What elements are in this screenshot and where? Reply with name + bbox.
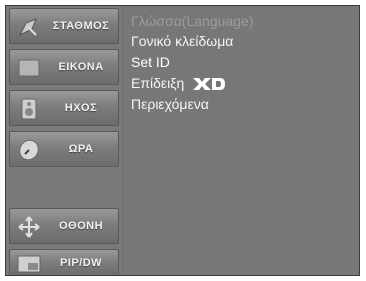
sidebar-item-sound[interactable]: ΗΧΟΣ: [9, 90, 119, 126]
menu-item-set-id[interactable]: Set ID: [131, 54, 170, 70]
sidebar-item-label: ΩΡΑ: [68, 143, 94, 155]
sidebar: ΣΤΑΘΜΟΣ ΕΙΚΟΝΑ ΗΧΟΣ ΩΡΑ ΟΘΟΝΗ PIP/DW: [6, 6, 122, 275]
speaker-icon: [21, 98, 37, 120]
screen-arrows-icon: [18, 216, 40, 238]
picture-icon: [18, 59, 40, 77]
sidebar-item-screen[interactable]: ΟΘΟΝΗ: [9, 208, 119, 244]
xd-logo-icon: [193, 78, 226, 91]
sidebar-item-picture[interactable]: ΕΙΚΟΝΑ: [9, 49, 119, 85]
menu-item-label: Επίδειξη: [131, 75, 185, 91]
menu-item-label: Περιεχόμενα: [131, 96, 209, 112]
menu-item-parental-lock[interactable]: Γονικό κλείδωμα: [131, 33, 233, 49]
pip-icon: [17, 255, 41, 273]
sidebar-item-label: ΣΤΑΘΜΟΣ: [52, 20, 110, 32]
menu-item-language[interactable]: Γλώσσα(Language): [131, 13, 253, 29]
sidebar-item-pip[interactable]: PIP/DW: [9, 249, 119, 275]
menu-item-label: Set ID: [131, 54, 170, 70]
menu-item-label: Γλώσσα(Language): [131, 13, 254, 29]
sidebar-item-station[interactable]: ΣΤΑΘΜΟΣ: [9, 8, 119, 44]
menu-item-label: Γονικό κλείδωμα: [131, 33, 234, 49]
sidebar-item-label: PIP/DW: [59, 257, 103, 269]
clock-icon: [19, 139, 39, 161]
sidebar-item-time[interactable]: ΩΡΑ: [9, 131, 119, 167]
menu-item-xd-demo[interactable]: Επίδειξη: [131, 75, 226, 91]
tv-menu-window: ΣΤΑΘΜΟΣ ΕΙΚΟΝΑ ΗΧΟΣ ΩΡΑ ΟΘΟΝΗ PIP/DW Γλώ…: [5, 5, 360, 276]
sidebar-item-label: ΟΘΟΝΗ: [58, 220, 104, 232]
options-menu: Γλώσσα(Language) Γονικό κλείδωμα Set ID …: [123, 6, 359, 275]
sidebar-item-label: ΕΙΚΟΝΑ: [58, 61, 104, 73]
satellite-dish-icon: [18, 18, 37, 37]
menu-item-contents[interactable]: Περιεχόμενα: [131, 96, 209, 112]
sidebar-item-label: ΗΧΟΣ: [64, 102, 98, 114]
